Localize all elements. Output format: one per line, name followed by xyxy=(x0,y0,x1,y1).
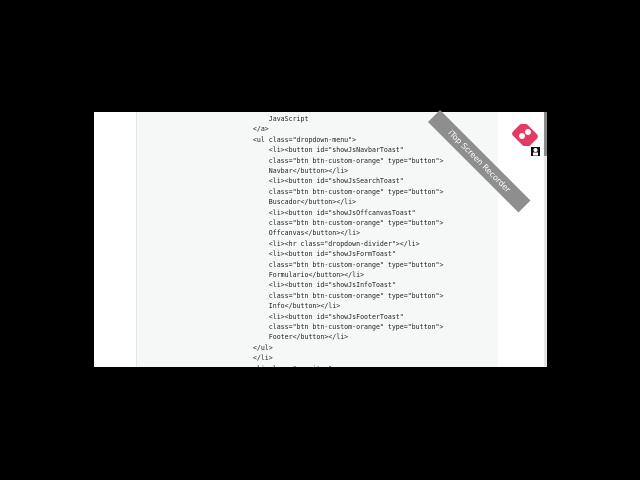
code-line: <li><button id="showJsNavbarToast" xyxy=(237,146,404,155)
code-line: Offcanvas</button></li> xyxy=(237,229,361,238)
code-line: class="btn btn-custom-orange" type="butt… xyxy=(237,219,444,227)
user-icon xyxy=(531,147,540,156)
code-line: class="btn btn-custom-orange" type="butt… xyxy=(237,291,444,300)
code-line: class="btn btn-custom-orange" type="butt… xyxy=(237,187,444,196)
code-line: <li><button id="showJsFormToast" xyxy=(237,250,396,259)
code-block: JavaScript </a> <ul class="dropdown-menu… xyxy=(136,112,500,367)
code-line: class="btn btn-custom-orange" type="butt… xyxy=(237,260,444,269)
code-line: Info</button></li> xyxy=(237,302,341,311)
code-line: <li><hr class="dropdown-divider"></li> xyxy=(237,239,420,248)
code-line: Footer</button></li> xyxy=(237,333,349,342)
page-scrollbar-thumb[interactable] xyxy=(544,112,547,156)
page-scrollbar[interactable] xyxy=(544,112,547,367)
code-line: <li><button id="showJsInfoToast" xyxy=(237,281,396,290)
code-line: <ul class="dropdown-menu"> xyxy=(237,135,357,144)
code-line: <li><button id="showJsFooterToast" xyxy=(237,312,404,321)
code-line: JavaScript xyxy=(237,115,309,123)
code-line: </ul> xyxy=(237,343,273,352)
code-line: Navbar</button></li> xyxy=(237,167,349,175)
code-line: class="btn btn-custom-orange" type="butt… xyxy=(237,156,444,165)
code-line: <li class="nav-item"> xyxy=(237,364,336,367)
code-line: class="btn btn-custom-orange" type="butt… xyxy=(237,323,444,331)
code-line: Buscador</button></li> xyxy=(237,198,357,207)
recorder-icon xyxy=(512,124,538,146)
code-line: </a> xyxy=(237,125,269,134)
code-line: <li><button id="showJsSearchToast" xyxy=(237,177,404,186)
code-line: </li> xyxy=(237,354,273,363)
code-line: <li><button id="showJsOffcanvasToast" xyxy=(237,208,416,217)
code-line: Formulario</button></li> xyxy=(237,271,365,279)
